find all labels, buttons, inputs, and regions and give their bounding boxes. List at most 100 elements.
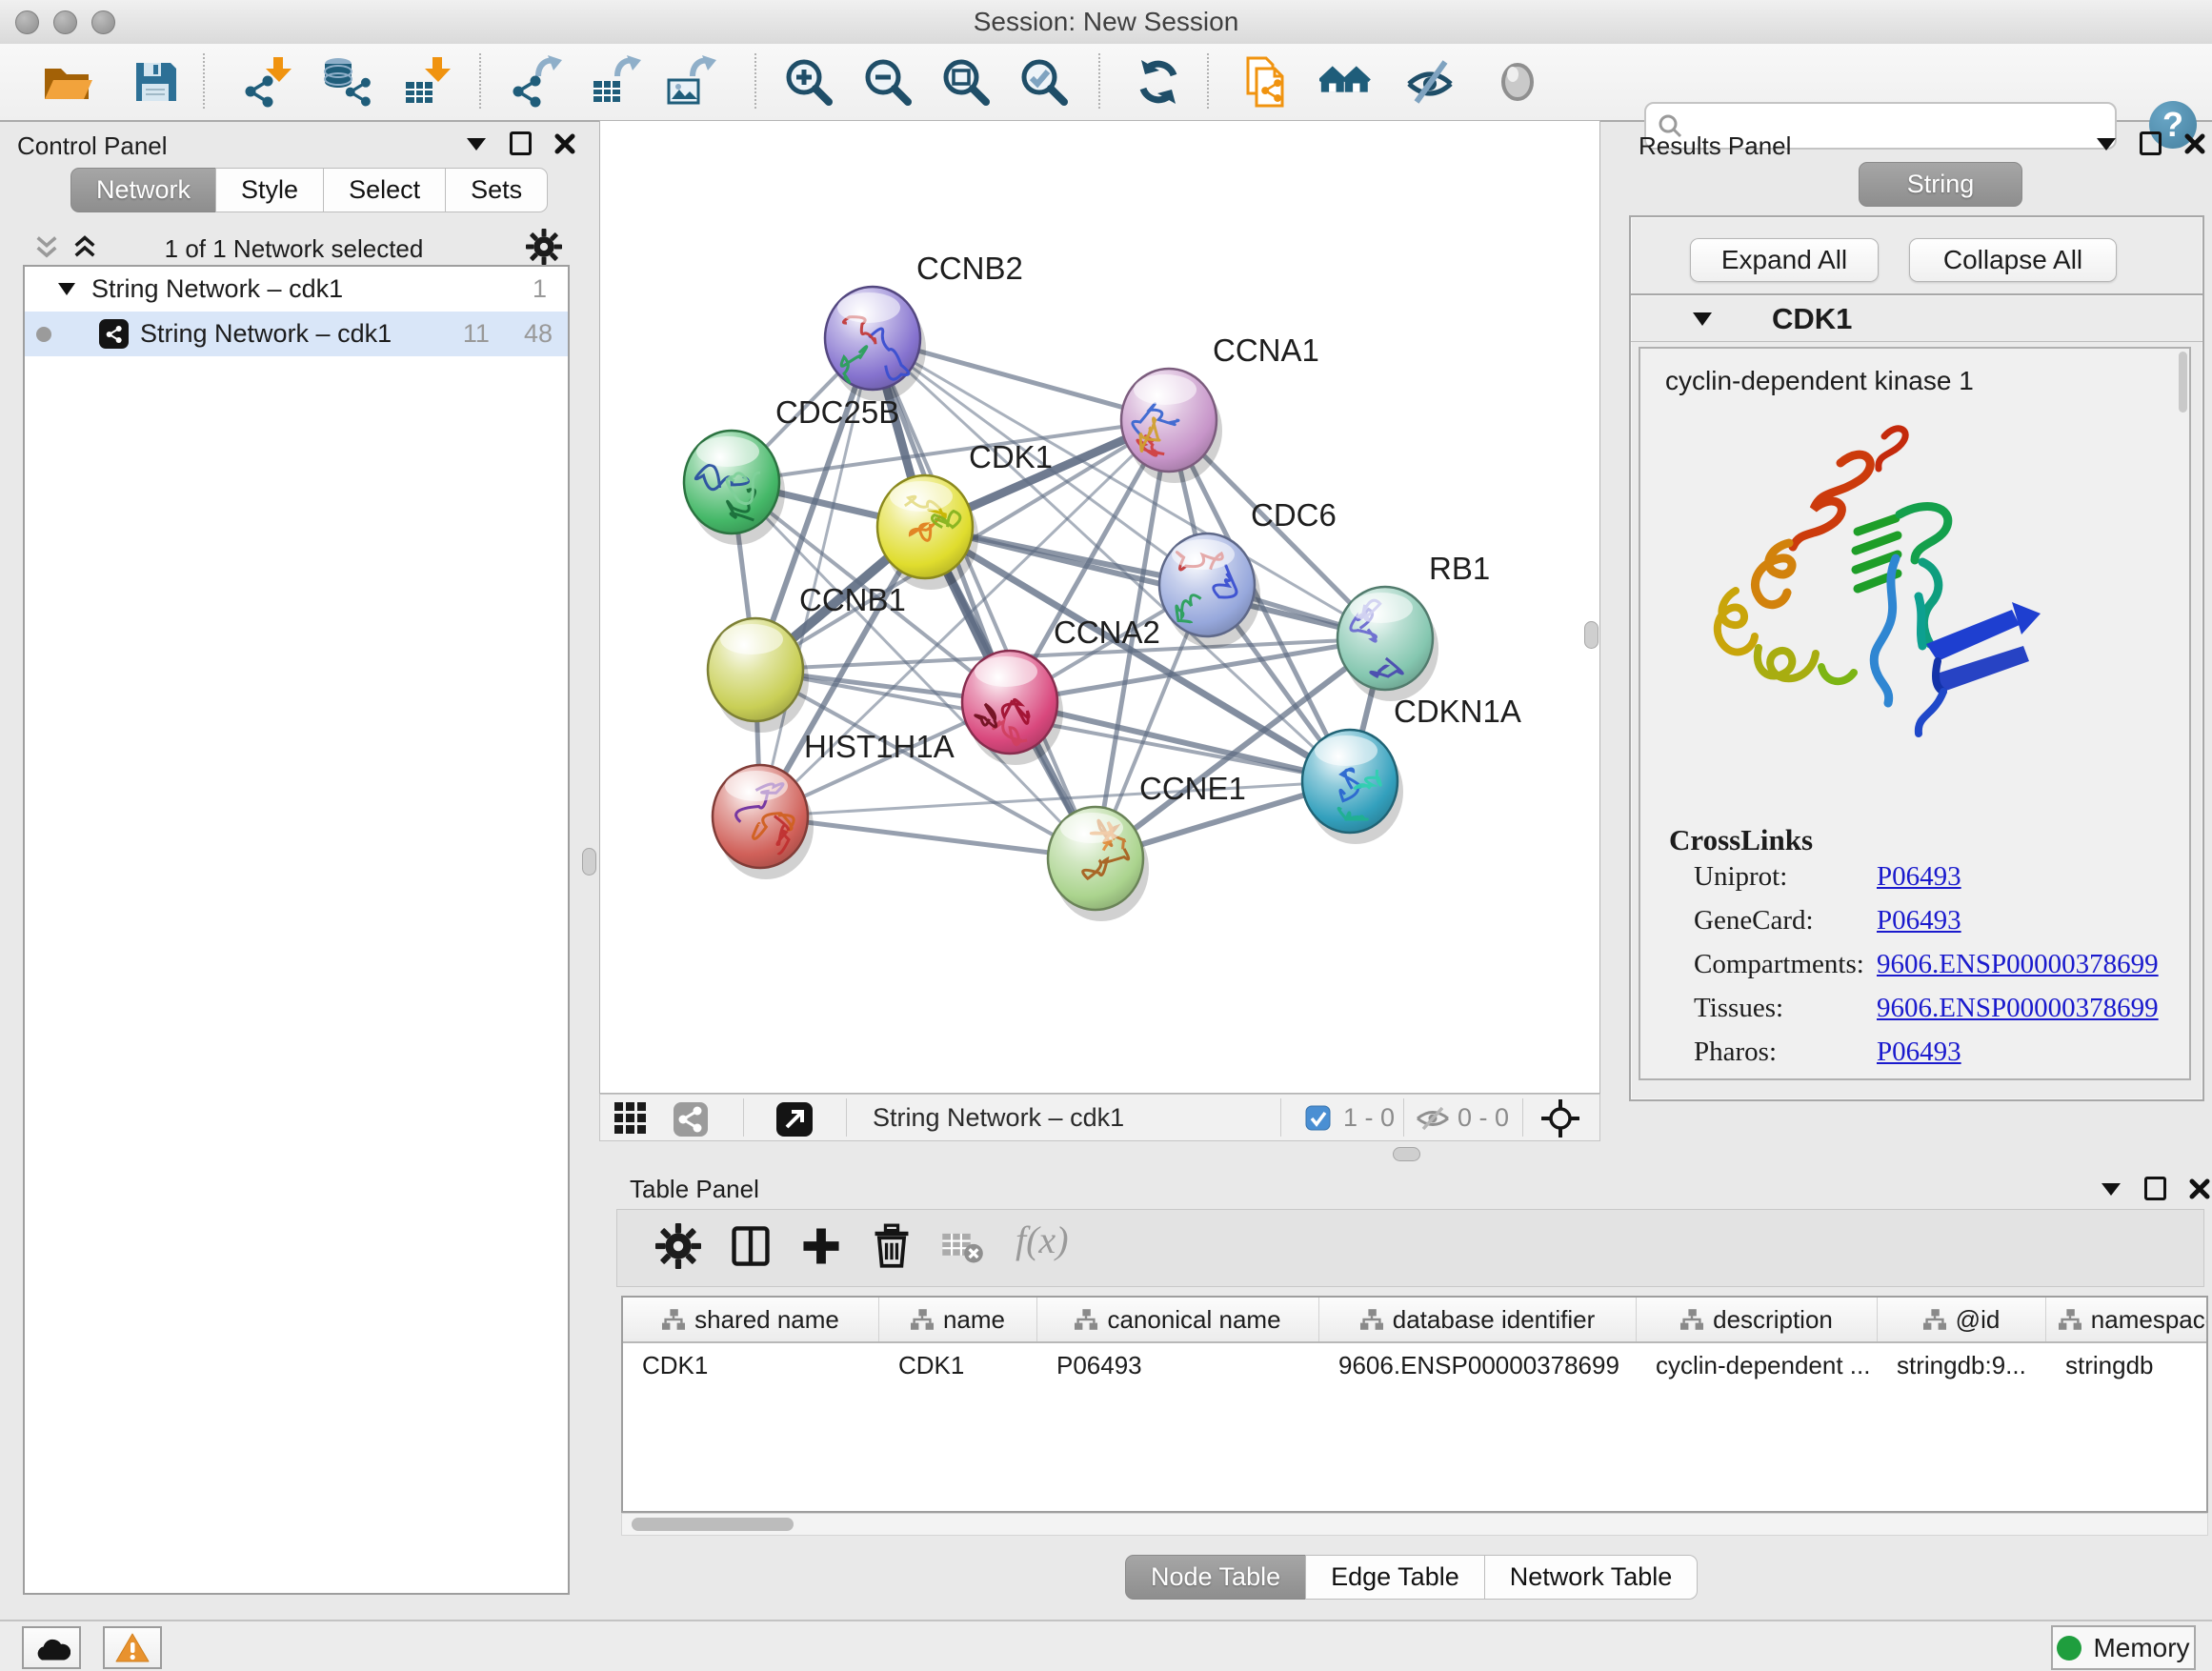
network-node-CCNE1[interactable] — [1048, 807, 1149, 921]
table-body: CDK1CDK1P064939606.ENSP00000378699cyclin… — [623, 1343, 2206, 1387]
collapse-panel-icon[interactable] — [466, 136, 487, 151]
tree-expand-icon[interactable] — [57, 282, 76, 296]
clipboard-network-button[interactable] — [1239, 55, 1293, 109]
import-network-file-button[interactable] — [242, 55, 295, 109]
tab-edge-table[interactable]: Edge Table — [1305, 1555, 1485, 1600]
expand-all-button[interactable]: Expand All — [1690, 238, 1879, 282]
warnings-button[interactable] — [103, 1626, 162, 1669]
close-panel-icon[interactable] — [2184, 133, 2205, 154]
results-panel: Results Panel String Expand All Collapse… — [1619, 120, 2212, 1151]
crosslink-label: Pharos: — [1694, 1037, 1777, 1068]
node-label-CCNE1: CCNE1 — [1139, 771, 1246, 806]
collapse-all-button[interactable]: Collapse All — [1909, 238, 2117, 282]
home-layout-button[interactable] — [1319, 55, 1373, 109]
zoom-selected-button[interactable] — [1016, 55, 1070, 109]
scrollbar-thumb[interactable] — [632, 1518, 794, 1531]
string-style-icon[interactable] — [673, 1101, 709, 1142]
table-horizontal-scrollbar[interactable] — [621, 1513, 2208, 1536]
titlebar: Session: New Session — [0, 0, 2212, 45]
table-options-gear-icon[interactable] — [655, 1223, 705, 1273]
toolbar-separator — [754, 53, 756, 109]
tab-style[interactable]: Style — [215, 168, 324, 212]
close-panel-icon[interactable] — [554, 133, 575, 154]
network-node-CDK1[interactable] — [877, 475, 978, 590]
table-toolbar: f(x) — [616, 1209, 2204, 1287]
tab-sets[interactable]: Sets — [445, 168, 548, 212]
zoom-fit-button[interactable] — [938, 55, 992, 109]
network-canvas[interactable]: CCNB2CCNA1CDC25BCDK1CDC6RB1CCNB1CCNA2CDK… — [599, 120, 1600, 1094]
network-row[interactable]: String Network – cdk1 11 48 — [25, 312, 568, 356]
right-splitter-handle[interactable] — [1584, 621, 1599, 649]
delete-column-trash-icon[interactable] — [869, 1223, 918, 1273]
show-all-button[interactable] — [1491, 55, 1544, 109]
crosslink-link[interactable]: P06493 — [1877, 905, 1961, 936]
column-header-name[interactable]: name — [879, 1298, 1037, 1341]
float-panel-icon[interactable] — [2144, 1177, 2166, 1200]
network-node-CDC6[interactable] — [1159, 534, 1260, 648]
import-network-database-button[interactable] — [319, 55, 372, 109]
tab-network-table[interactable]: Network Table — [1484, 1555, 1699, 1600]
birds-eye-view-icon[interactable] — [613, 1101, 648, 1140]
export-network-button[interactable] — [512, 55, 565, 109]
crosslink-link[interactable]: 9606.ENSP00000378699 — [1877, 949, 2159, 980]
zoom-out-button[interactable] — [860, 55, 914, 109]
table-cell: cyclin-dependent ... — [1637, 1343, 1878, 1387]
tab-select[interactable]: Select — [323, 168, 446, 212]
close-panel-icon[interactable] — [2189, 1178, 2210, 1199]
float-panel-icon[interactable] — [510, 131, 532, 155]
network-node-CCNA2[interactable] — [962, 651, 1063, 765]
memory-button[interactable]: Memory — [2051, 1625, 2196, 1670]
hidden-eye-slash-icon[interactable] — [1416, 1106, 1450, 1136]
column-header-description[interactable]: description — [1637, 1298, 1878, 1341]
export-image-button[interactable] — [666, 55, 719, 109]
float-panel-icon[interactable] — [2140, 131, 2162, 155]
crosslink-link[interactable]: P06493 — [1877, 861, 1961, 893]
network-node-CDC25B[interactable] — [684, 431, 785, 545]
add-column-icon[interactable] — [798, 1223, 848, 1273]
network-node-HIST1H1A[interactable] — [713, 765, 814, 879]
node-label-CCNB2: CCNB2 — [916, 251, 1023, 286]
window-title: Session: New Session — [0, 0, 2212, 44]
results-scrollbar-thumb[interactable] — [2179, 352, 2187, 413]
network-options-gear-icon[interactable] — [526, 229, 562, 270]
open-in-browser-icon[interactable] — [775, 1101, 814, 1142]
hide-selected-button[interactable] — [1403, 55, 1457, 109]
selected-checkbox-icon[interactable] — [1305, 1105, 1331, 1136]
crosslink-row: Compartments:9606.ENSP00000378699 — [1694, 949, 2170, 993]
import-table-button[interactable] — [401, 55, 454, 109]
column-header-database-identifier[interactable]: database identifier — [1319, 1298, 1637, 1341]
left-splitter-handle[interactable] — [582, 848, 596, 876]
show-columns-icon[interactable] — [728, 1223, 777, 1273]
network-node-RB1[interactable] — [1337, 587, 1438, 701]
column-header--id[interactable]: @id — [1878, 1298, 2046, 1341]
network-node-CCNA1[interactable] — [1121, 369, 1222, 483]
crosslink-link[interactable]: P06493 — [1877, 1037, 1961, 1068]
column-header-namespace[interactable]: namespace — [2046, 1298, 2208, 1341]
protein-section-header[interactable]: CDK1 — [1631, 295, 2202, 342]
tab-node-table[interactable]: Node Table — [1125, 1555, 1306, 1600]
export-table-button[interactable] — [591, 55, 644, 109]
column-header-shared-name[interactable]: shared name — [623, 1298, 879, 1341]
cloud-status-button[interactable] — [22, 1626, 81, 1669]
column-header-canonical-name[interactable]: canonical name — [1037, 1298, 1319, 1341]
table-row[interactable]: CDK1CDK1P064939606.ENSP00000378699cyclin… — [623, 1343, 2206, 1387]
delete-table-icon[interactable] — [939, 1223, 989, 1273]
bottom-splitter-handle[interactable] — [1393, 1147, 1420, 1161]
save-session-button[interactable] — [129, 55, 182, 109]
network-node-CDKN1A[interactable] — [1302, 730, 1403, 844]
section-expand-icon[interactable] — [1692, 311, 1713, 327]
zoom-in-button[interactable] — [781, 55, 835, 109]
function-builder-icon[interactable]: f(x) — [1016, 1218, 1069, 1267]
network-collection-row[interactable]: String Network – cdk1 1 — [25, 267, 568, 312]
collapse-panel-icon[interactable] — [2096, 136, 2117, 151]
collapse-panel-icon[interactable] — [2101, 1181, 2122, 1197]
network-node-CCNB2[interactable] — [825, 287, 926, 401]
open-session-button[interactable] — [41, 55, 94, 109]
tab-network[interactable]: Network — [70, 168, 216, 212]
hidden-counter: 0 - 0 — [1458, 1103, 1509, 1133]
refresh-layout-button[interactable] — [1132, 55, 1185, 109]
tab-string[interactable]: String — [1859, 162, 2022, 207]
network-list: String Network – cdk1 1 String Network –… — [23, 265, 570, 1595]
crosslink-link[interactable]: 9606.ENSP00000378699 — [1877, 993, 2159, 1024]
fit-content-crosshair-icon[interactable] — [1541, 1099, 1579, 1142]
